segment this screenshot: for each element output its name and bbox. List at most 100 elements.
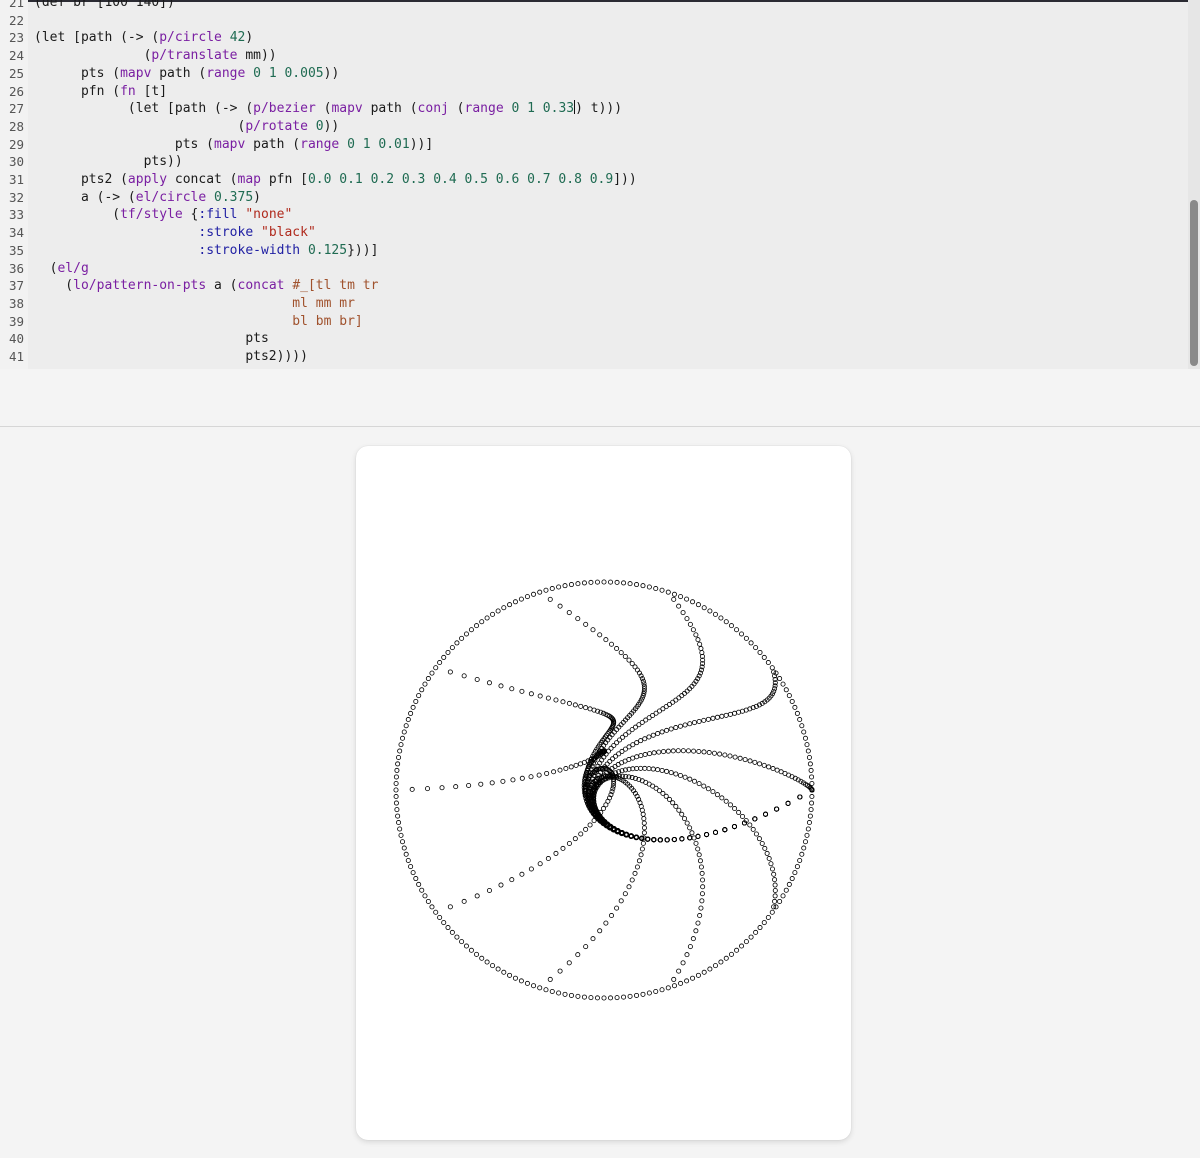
ring-dot <box>707 966 713 972</box>
code-text: pfn (fn [t] <box>34 83 167 101</box>
curve-dot <box>557 767 563 773</box>
ring-dot <box>398 742 404 748</box>
ring-dot <box>783 687 789 693</box>
editor-scroll-thumb[interactable] <box>1190 200 1198 366</box>
curve-dot <box>682 690 688 696</box>
curve-dot <box>665 748 671 754</box>
ring-dot <box>537 985 543 991</box>
code-token: (let [path (-> ( <box>34 101 254 117</box>
code-token: :fill <box>198 207 238 223</box>
ring-dot <box>627 993 633 999</box>
curve-dot <box>650 766 656 772</box>
ring-dot <box>807 761 813 767</box>
ring-dot <box>410 870 416 876</box>
curve-dot <box>461 673 467 679</box>
curve-dot <box>510 777 516 783</box>
code-token: ( <box>34 278 74 294</box>
code-token: #_[tl tm tr <box>292 278 379 294</box>
ring-dot <box>761 920 767 926</box>
curve-dot <box>651 750 657 756</box>
curve-dot <box>634 740 640 746</box>
ring-dot <box>665 589 671 595</box>
code-text: :stroke "black" <box>34 224 315 242</box>
ring-dot <box>575 993 581 999</box>
code-text: (p/translate mm)) <box>34 47 277 65</box>
ring-dot <box>594 579 600 585</box>
ring-dot <box>799 851 805 857</box>
code-token: fn <box>120 83 136 99</box>
curve-dot <box>668 770 674 776</box>
ring-dot <box>614 995 620 1001</box>
curve-dot <box>763 811 769 817</box>
ring-dot <box>507 972 513 978</box>
code-editor[interactable]: 21 (def br [100 140]) 22 23 (let [path (-> (… <box>0 0 1200 369</box>
curve-dot <box>679 836 685 842</box>
curve-dot <box>642 736 648 742</box>
curve-dot <box>545 695 551 701</box>
curve-dot <box>614 905 620 911</box>
ring-dot <box>397 826 403 832</box>
ring-dot <box>799 723 805 729</box>
editor-scrollbar[interactable] <box>1188 0 1200 369</box>
curve-dot <box>640 678 646 684</box>
ring-dot <box>413 876 419 882</box>
curve-dot <box>732 754 738 760</box>
curve-dot <box>687 944 693 950</box>
curve-dot <box>698 646 704 652</box>
curve-dot <box>673 771 679 777</box>
ring-dot <box>765 914 771 920</box>
code-token: ( <box>448 101 465 117</box>
code-token: mapv <box>120 65 152 81</box>
ring-dot <box>805 826 811 832</box>
curve-dot <box>536 772 542 778</box>
ring-dot <box>739 943 745 949</box>
curve-dot <box>650 732 656 738</box>
ring-dot <box>395 761 401 767</box>
ring-dot <box>581 580 587 586</box>
ring-dot <box>568 992 574 998</box>
curve-dot <box>742 757 748 763</box>
code-token: pts ( <box>34 136 215 152</box>
pane-splitter[interactable] <box>0 426 1200 427</box>
code-text: (let [path (-> (p/circle 42) <box>34 29 253 47</box>
code-token: pts)) <box>34 154 183 170</box>
ring-dot <box>806 754 812 760</box>
ring-dot <box>690 599 696 605</box>
code-token: p/rotate <box>245 118 308 134</box>
ring-dot <box>433 665 439 671</box>
ring-dot <box>556 584 562 590</box>
code-text: pts (mapv path (range 0 1 0.005)) <box>34 65 339 83</box>
curve-dot <box>677 772 683 778</box>
code-token: 0 <box>315 118 324 134</box>
curve-dot <box>700 877 706 883</box>
curve-dot <box>727 802 733 808</box>
ring-dot <box>780 893 786 899</box>
ring-dot <box>640 583 646 589</box>
curve-dot <box>641 816 647 822</box>
curve-dot <box>646 734 652 740</box>
ring-dot <box>403 723 409 729</box>
ring-dot <box>805 748 811 754</box>
code-token: path ( <box>245 136 301 152</box>
ring-dot <box>684 978 690 984</box>
curve-dot <box>638 738 644 744</box>
curve-dot <box>519 688 525 694</box>
ring-dot <box>507 602 513 608</box>
curve-dot <box>698 905 704 911</box>
curve-dot <box>682 774 688 780</box>
code-token: path ( <box>151 65 207 81</box>
curve-dot <box>578 831 584 837</box>
curve-dot <box>676 807 682 813</box>
ring-dot <box>634 582 640 588</box>
curve-dot <box>583 944 589 950</box>
curve-dot <box>659 729 665 735</box>
curve-dot <box>638 753 644 759</box>
window-top-border <box>0 0 1200 2</box>
ring-dot <box>718 615 724 621</box>
curve-dot <box>673 725 679 731</box>
curve-dot <box>528 691 534 697</box>
curve-dot <box>705 786 711 792</box>
